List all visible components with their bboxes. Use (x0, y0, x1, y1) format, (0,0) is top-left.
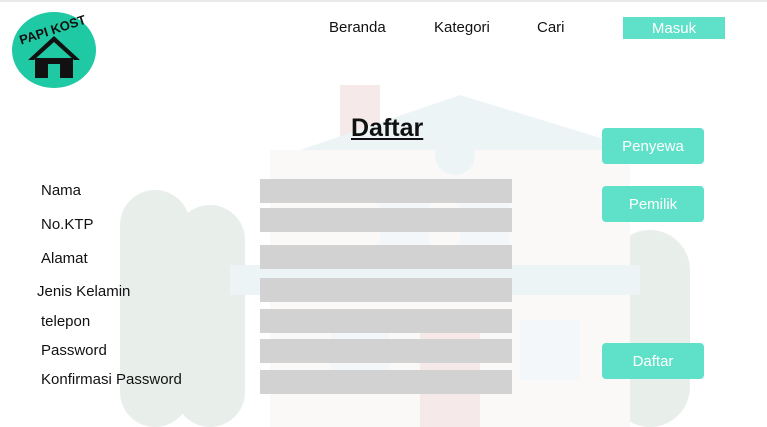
nav-home-link[interactable]: Beranda (329, 19, 386, 36)
phone-label: telepon (41, 313, 91, 330)
ktp-field[interactable] (260, 208, 512, 232)
nav-category-link[interactable]: Kategori (434, 19, 490, 36)
brand-logo[interactable]: PAPI KOST (12, 12, 96, 88)
login-button[interactable]: Masuk (623, 17, 725, 39)
role-tenant-button[interactable]: Penyewa (602, 128, 704, 164)
phone-field[interactable] (260, 309, 512, 333)
confirm-password-field[interactable] (260, 370, 512, 394)
address-label: Alamat (41, 250, 88, 267)
name-field[interactable] (260, 179, 512, 203)
address-field[interactable] (260, 245, 512, 269)
gender-label: Jenis Kelamin (37, 283, 131, 300)
register-submit-button[interactable]: Daftar (602, 343, 704, 379)
password-field[interactable] (260, 339, 512, 363)
ktp-label: No.KTP (41, 216, 94, 233)
password-label: Password (41, 342, 107, 359)
name-label: Nama (41, 182, 82, 199)
page-title: Daftar (351, 114, 424, 142)
role-owner-button[interactable]: Pemilik (602, 186, 704, 222)
gender-field[interactable] (260, 278, 512, 302)
confirm-password-label: Konfirmasi Password (41, 371, 182, 388)
nav-search-link[interactable]: Cari (537, 19, 565, 36)
